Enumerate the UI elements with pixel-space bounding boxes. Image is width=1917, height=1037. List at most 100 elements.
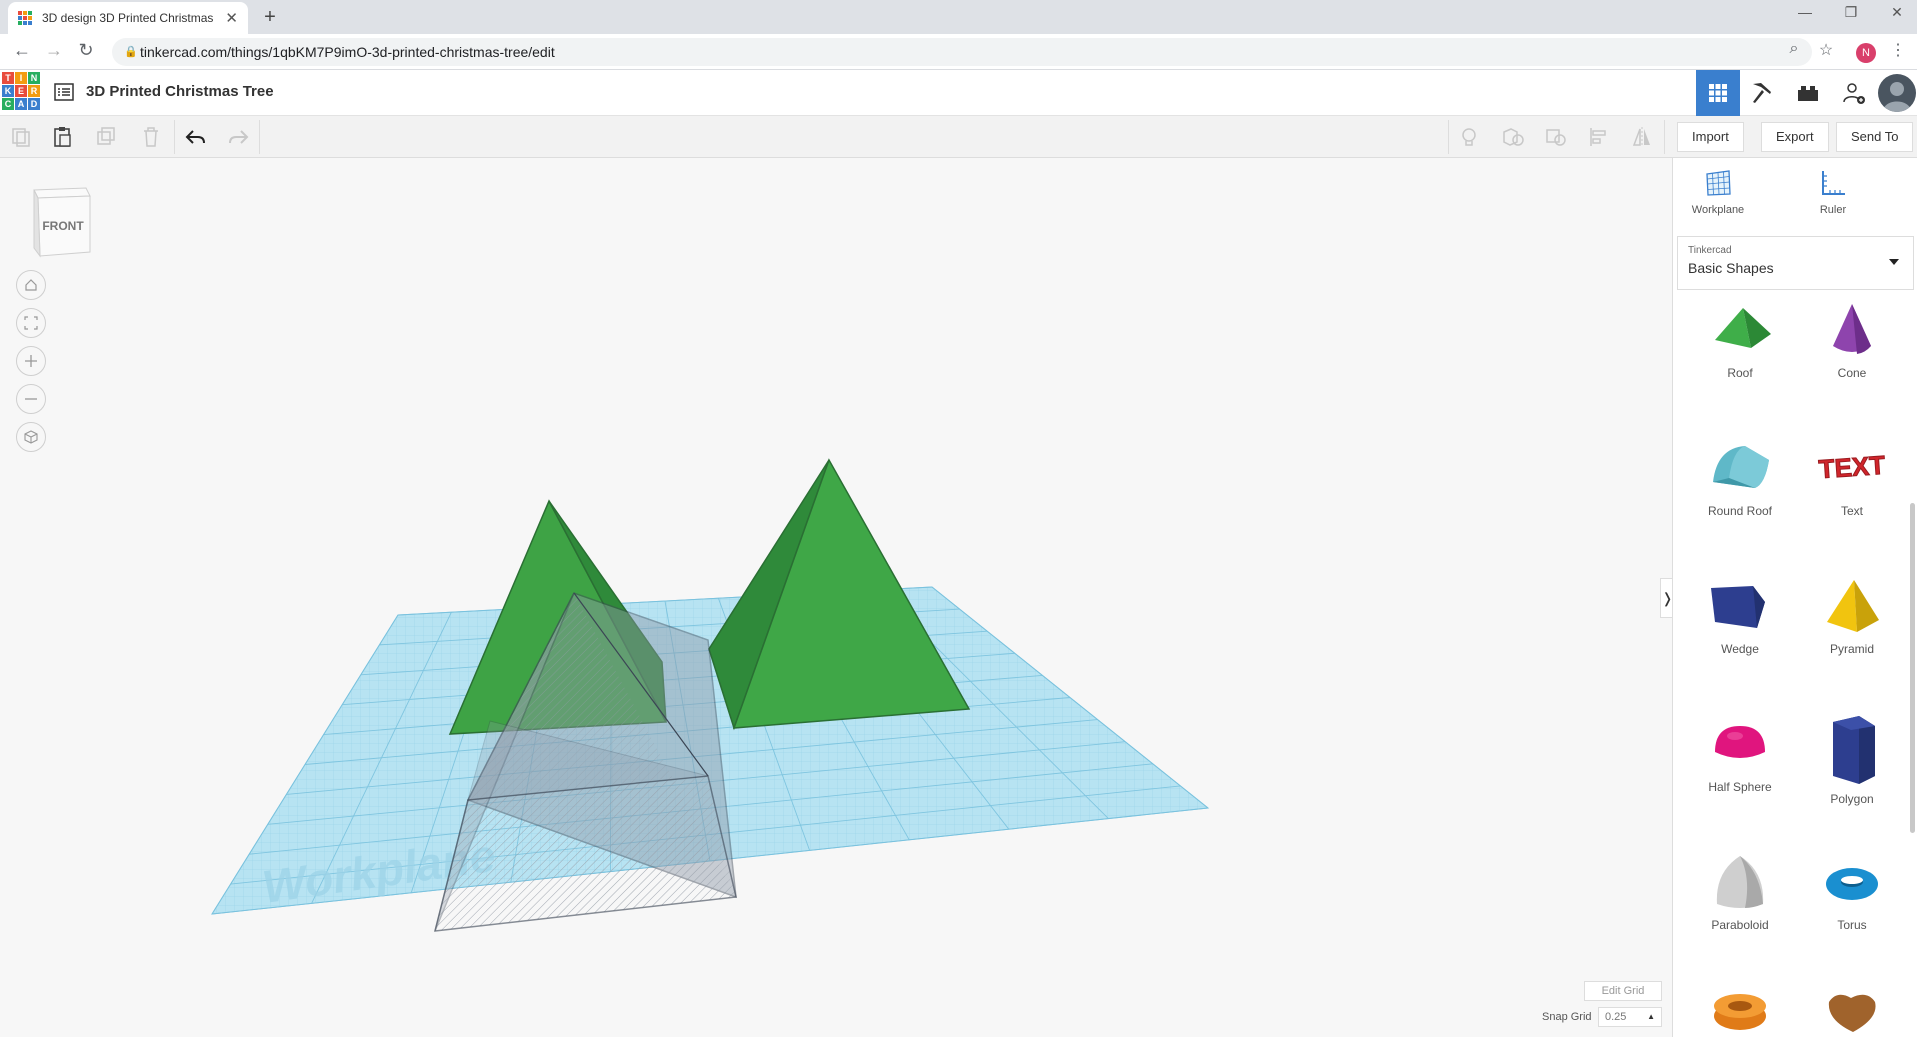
logo-letter: C — [2, 98, 14, 110]
tinkercad-logo[interactable]: TIN KER CAD — [2, 72, 40, 110]
shape-label: Paraboloid — [1711, 918, 1769, 932]
half-sphere-shape-icon — [1715, 726, 1765, 758]
view-cube[interactable]: FRONT — [28, 186, 94, 260]
logo-letter: N — [28, 72, 40, 84]
shape-paraboloid[interactable]: Paraboloid — [1690, 852, 1790, 932]
fit-all-button[interactable] — [16, 308, 46, 338]
undo-icon — [185, 130, 205, 144]
bricks-button[interactable] — [1786, 70, 1830, 116]
mirror-icon — [1632, 127, 1650, 147]
align-button[interactable] — [1586, 124, 1612, 150]
mirror-button[interactable] — [1629, 124, 1655, 150]
shape-pyramid[interactable]: Pyramid — [1802, 576, 1902, 656]
toolbar-divider — [174, 120, 175, 154]
window-close-button[interactable]: ✕ — [1877, 4, 1917, 21]
shape-label: Polygon — [1830, 792, 1874, 806]
copy-button[interactable] — [8, 124, 34, 150]
back-button[interactable]: ← — [10, 40, 34, 61]
shape-text[interactable]: TEXT Text — [1802, 438, 1902, 518]
shape-heart[interactable] — [1802, 988, 1902, 1037]
app-header: TIN KER CAD 3D Printed Christmas Tree — [0, 70, 1917, 116]
export-button[interactable]: Export — [1761, 122, 1829, 152]
logo-letter: E — [15, 85, 27, 97]
shape-label: Torus — [1837, 918, 1867, 932]
undo-button[interactable] — [182, 124, 208, 150]
shape-cone[interactable]: Cone — [1802, 300, 1902, 380]
design-title[interactable]: 3D Printed Christmas Tree — [86, 83, 274, 100]
user-silhouette-icon — [1883, 82, 1911, 112]
snap-grid-value: 0.25 — [1605, 1011, 1627, 1023]
duplicate-button[interactable] — [94, 124, 120, 150]
forward-button[interactable]: → — [42, 40, 66, 61]
home-view-button[interactable] — [16, 270, 46, 300]
3d-viewport[interactable]: Workplane FRONT Edit Grid Snap Grid 0.25… — [0, 158, 1672, 1037]
pyramid-shape-icon — [1827, 580, 1879, 632]
snap-grid-select[interactable]: 0.25 ▲ — [1598, 1007, 1662, 1027]
add-user-button[interactable] — [1832, 70, 1876, 116]
profile-avatar[interactable]: N — [1856, 43, 1876, 63]
shape-polygon[interactable]: Polygon — [1802, 714, 1902, 806]
shape-round-roof[interactable]: Round Roof — [1690, 438, 1790, 518]
polygon-shape-icon — [1833, 716, 1875, 784]
browser-menu-icon[interactable]: ⋮ — [1886, 40, 1910, 60]
workplane-tool-label: Workplane — [1691, 204, 1745, 216]
url-field[interactable]: 🔒 tinkercad.com/things/1qbKM7P9imO-3d-pr… — [112, 38, 1812, 66]
grid-view-icon — [1709, 84, 1727, 102]
shape-roof[interactable]: Roof — [1690, 300, 1790, 380]
delete-button[interactable] — [138, 124, 164, 150]
shape-wedge[interactable]: Wedge — [1690, 576, 1790, 656]
collapse-panel-button[interactable]: ❭ — [1660, 578, 1672, 618]
zoom-out-button[interactable] — [16, 384, 46, 414]
shape-torus[interactable]: Torus — [1802, 852, 1902, 932]
ungroup-icon — [1546, 129, 1566, 146]
redo-icon — [229, 130, 249, 144]
copy-icon — [12, 128, 30, 147]
shape-label: Round Roof — [1707, 504, 1773, 518]
shape-label: Half Sphere — [1708, 780, 1772, 794]
new-tab-button[interactable]: + — [258, 6, 282, 29]
shape-library-select[interactable]: Tinkercad Basic Shapes — [1677, 236, 1914, 290]
svg-text:TEXT: TEXT — [1818, 450, 1886, 485]
shape-half-sphere[interactable]: Half Sphere — [1690, 714, 1790, 794]
restore-button[interactable]: ❐ — [1831, 4, 1871, 21]
shape-label: Text — [1840, 504, 1863, 518]
ungroup-button[interactable] — [1543, 124, 1569, 150]
design-list-icon[interactable] — [54, 83, 74, 101]
minecraft-button[interactable] — [1740, 70, 1784, 116]
show-hidden-button[interactable] — [1456, 124, 1482, 150]
reload-button[interactable]: ↻ — [74, 40, 98, 61]
zoom-in-button[interactable] — [16, 346, 46, 376]
heart-shape-icon — [1828, 994, 1876, 1032]
redo-button[interactable] — [226, 124, 252, 150]
view-cube-front-label: FRONT — [42, 219, 84, 233]
group-button[interactable] — [1500, 124, 1526, 150]
trash-icon — [144, 127, 158, 147]
tinkercad-favicon-icon — [18, 11, 32, 25]
logo-letter: T — [2, 72, 14, 84]
ruler-tool[interactable]: Ruler — [1793, 168, 1873, 216]
group-icon — [1503, 128, 1524, 146]
edit-grid-button[interactable]: Edit Grid — [1584, 981, 1662, 1001]
3d-design-view-button[interactable] — [1696, 70, 1740, 116]
zoom-icon[interactable]: ⌕ — [1782, 40, 1806, 58]
ortho-view-button[interactable] — [16, 422, 46, 452]
minimize-button[interactable]: — — [1785, 4, 1825, 20]
scene-canvas[interactable]: Workplane — [0, 158, 1672, 1037]
wedge-shape-icon — [1711, 586, 1765, 628]
panel-scrollbar[interactable] — [1910, 503, 1915, 833]
text-shape-icon: TEXT — [1817, 449, 1886, 485]
user-avatar[interactable] — [1878, 74, 1916, 112]
bookmark-star-icon[interactable]: ☆ — [1814, 40, 1838, 60]
send-to-button[interactable]: Send To — [1836, 122, 1914, 152]
logo-letter: K — [2, 85, 14, 97]
workplane-tool[interactable]: Workplane — [1678, 168, 1758, 216]
url-text: tinkercad.com/things/1qbKM7P9imO-3d-prin… — [140, 44, 555, 60]
import-button[interactable]: Import — [1677, 122, 1744, 152]
address-bar: ← → ↻ 🔒 tinkercad.com/things/1qbKM7P9imO… — [0, 34, 1917, 70]
paste-icon — [54, 127, 71, 147]
paste-button[interactable] — [50, 124, 76, 150]
browser-tab[interactable]: 3D design 3D Printed Christmas ✕ — [8, 2, 248, 34]
tab-close-icon[interactable]: ✕ — [225, 9, 238, 27]
round-roof-shape-icon — [1713, 446, 1769, 488]
shape-tube[interactable] — [1690, 988, 1790, 1037]
